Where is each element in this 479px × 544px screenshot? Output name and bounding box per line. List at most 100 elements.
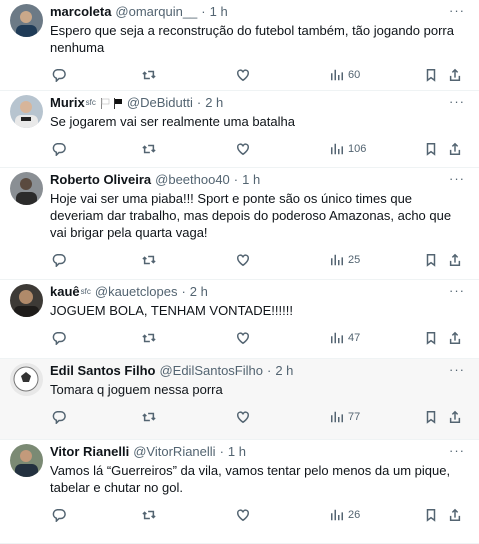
views-button[interactable]: 77 bbox=[330, 410, 360, 424]
reply-button[interactable] bbox=[52, 508, 66, 522]
tweet-header: kauê sfc @kauetclopes · 2 h bbox=[50, 280, 465, 300]
more-icon[interactable]: ··· bbox=[449, 4, 465, 17]
share-icon bbox=[449, 410, 461, 423]
reply-button[interactable] bbox=[52, 410, 66, 424]
author-handle[interactable]: @kauetclopes bbox=[95, 284, 178, 300]
tweet[interactable]: marcoleta @omarquin__ · 1 h ··· Espero q… bbox=[0, 0, 479, 91]
reply-icon bbox=[52, 69, 66, 82]
action-bar: 60 bbox=[50, 62, 465, 88]
share-button[interactable] bbox=[448, 142, 462, 156]
tweet-header: Murix sfc @DeBidutti · 2 h bbox=[50, 91, 465, 111]
author-name[interactable]: Murix bbox=[50, 95, 85, 111]
author-handle[interactable]: @EdilSantosFilho bbox=[159, 363, 263, 379]
views-button[interactable]: 47 bbox=[330, 331, 360, 345]
tweet-text: Espero que seja a reconstrução do futebo… bbox=[50, 23, 454, 55]
like-button[interactable] bbox=[236, 508, 250, 522]
retweet-icon bbox=[142, 412, 156, 422]
views-count: 106 bbox=[348, 143, 367, 155]
reply-button[interactable] bbox=[52, 68, 66, 82]
bookmark-button[interactable] bbox=[424, 68, 438, 82]
share-icon bbox=[449, 253, 461, 266]
avatar[interactable] bbox=[10, 363, 43, 396]
like-button[interactable] bbox=[236, 331, 250, 345]
tweet[interactable]: Vitor Rianelli @VitorRianelli · 1 h ··· … bbox=[0, 440, 479, 544]
tweet[interactable]: Murix sfc @DeBidutti · 2 h ··· Se jogare… bbox=[0, 91, 479, 168]
more-icon[interactable]: ··· bbox=[449, 95, 465, 108]
reply-icon bbox=[52, 254, 66, 267]
share-button[interactable] bbox=[448, 253, 462, 267]
views-button[interactable]: 26 bbox=[330, 508, 360, 522]
tweet-text: Se jogarem vai ser realmente uma batalha bbox=[50, 114, 295, 129]
retweet-icon bbox=[142, 255, 156, 265]
retweet-icon bbox=[142, 70, 156, 80]
reply-button[interactable] bbox=[52, 142, 66, 156]
bookmark-button[interactable] bbox=[424, 410, 438, 424]
retweet-button[interactable] bbox=[142, 410, 156, 424]
avatar[interactable] bbox=[10, 284, 43, 317]
more-icon[interactable]: ··· bbox=[449, 172, 465, 185]
timestamp[interactable]: 1 h bbox=[210, 4, 228, 20]
author-handle[interactable]: @omarquin__ bbox=[115, 4, 197, 20]
more-icon[interactable]: ··· bbox=[449, 444, 465, 457]
retweet-button[interactable] bbox=[142, 508, 156, 522]
author-handle[interactable]: @VitorRianelli bbox=[133, 444, 215, 460]
reply-icon bbox=[52, 411, 66, 424]
more-icon[interactable]: ··· bbox=[449, 284, 465, 297]
author-name[interactable]: Vitor Rianelli bbox=[50, 444, 129, 460]
bookmark-button[interactable] bbox=[424, 142, 438, 156]
timestamp[interactable]: 2 h bbox=[205, 95, 223, 111]
author-handle[interactable]: @DeBidutti bbox=[127, 95, 193, 111]
bookmark-button[interactable] bbox=[424, 253, 438, 267]
avatar[interactable] bbox=[10, 4, 43, 37]
tweet-text: Tomara q joguem nessa porra bbox=[50, 382, 223, 397]
like-button[interactable] bbox=[236, 410, 250, 424]
views-button[interactable]: 60 bbox=[330, 68, 360, 82]
avatar[interactable] bbox=[10, 95, 43, 128]
retweet-button[interactable] bbox=[142, 142, 156, 156]
author-name[interactable]: Edil Santos Filho bbox=[50, 363, 155, 379]
retweet-button[interactable] bbox=[142, 253, 156, 267]
author-handle[interactable]: @beethoo40 bbox=[155, 172, 230, 188]
like-button[interactable] bbox=[236, 253, 250, 267]
reply-button[interactable] bbox=[52, 253, 66, 267]
share-button[interactable] bbox=[448, 508, 462, 522]
retweet-button[interactable] bbox=[142, 331, 156, 345]
retweet-button[interactable] bbox=[142, 68, 156, 82]
timestamp[interactable]: 2 h bbox=[275, 363, 293, 379]
views-icon bbox=[331, 69, 343, 81]
separator: · bbox=[233, 172, 239, 187]
tweet[interactable]: kauê sfc @kauetclopes · 2 h ··· JOGUEM B… bbox=[0, 280, 479, 359]
bookmark-button[interactable] bbox=[424, 331, 438, 345]
reply-icon bbox=[52, 509, 66, 522]
share-button[interactable] bbox=[448, 331, 462, 345]
views-button[interactable]: 106 bbox=[330, 142, 366, 156]
avatar[interactable] bbox=[10, 444, 43, 477]
replies-timeline: marcoleta @omarquin__ · 1 h ··· Espero q… bbox=[0, 0, 479, 544]
author-name[interactable]: Roberto Oliveira bbox=[50, 172, 151, 188]
timestamp[interactable]: 2 h bbox=[190, 284, 208, 300]
bookmark-icon bbox=[426, 254, 436, 267]
action-bar: 26 bbox=[50, 502, 465, 528]
like-button[interactable] bbox=[236, 142, 250, 156]
separator: · bbox=[196, 95, 202, 110]
more-icon[interactable]: ··· bbox=[449, 363, 465, 376]
like-icon bbox=[237, 143, 249, 156]
share-button[interactable] bbox=[448, 68, 462, 82]
views-count: 25 bbox=[348, 254, 361, 266]
action-bar: 106 bbox=[50, 136, 465, 162]
tweet[interactable]: Edil Santos Filho @EdilSantosFilho · 2 h… bbox=[0, 359, 479, 440]
views-button[interactable]: 25 bbox=[330, 253, 360, 267]
author-name[interactable]: kauê bbox=[50, 284, 80, 300]
author-name[interactable]: marcoleta bbox=[50, 4, 111, 20]
like-button[interactable] bbox=[236, 68, 250, 82]
tweet[interactable]: Roberto Oliveira @beethoo40 · 1 h ··· Ho… bbox=[0, 168, 479, 280]
like-icon bbox=[237, 254, 249, 267]
bookmark-button[interactable] bbox=[424, 508, 438, 522]
like-icon bbox=[237, 69, 249, 82]
timestamp[interactable]: 1 h bbox=[242, 172, 260, 188]
black-flag-icon bbox=[113, 97, 122, 109]
reply-button[interactable] bbox=[52, 331, 66, 345]
timestamp[interactable]: 1 h bbox=[228, 444, 246, 460]
avatar[interactable] bbox=[10, 172, 43, 205]
share-button[interactable] bbox=[448, 410, 462, 424]
